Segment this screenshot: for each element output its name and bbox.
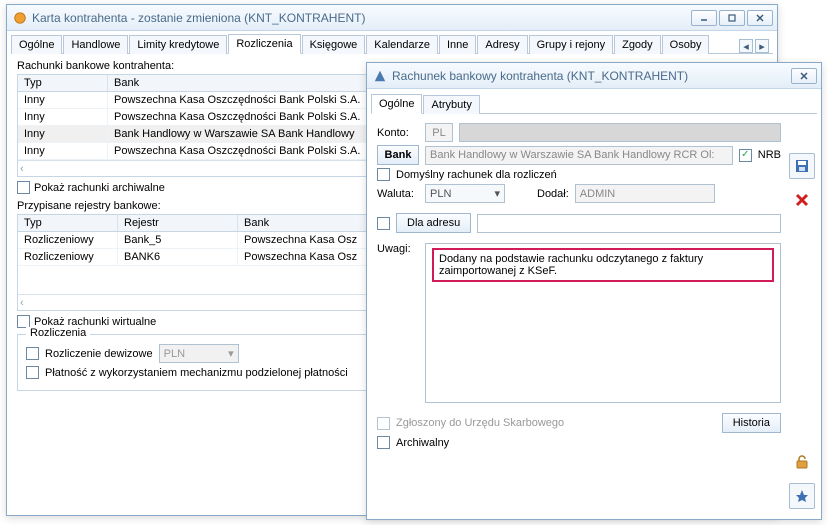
tab-ogolne-w2[interactable]: Ogólne (371, 94, 422, 114)
window-bank-account[interactable]: Rachunek bankowy kontrahenta (KNT_KONTRA… (366, 62, 822, 520)
zgloszony-label: Zgłoszony do Urzędu Skarbowego (396, 417, 564, 429)
tab-handlowe[interactable]: Handlowe (63, 35, 128, 54)
tab-ogolne[interactable]: Ogólne (11, 35, 62, 54)
grid2-col-typ[interactable]: Typ (18, 215, 118, 231)
konto-prefix: PL (425, 123, 453, 142)
tabs-w2: Ogólne Atrybuty (371, 93, 817, 114)
dodal-label: Dodał: (537, 188, 569, 200)
chevron-down-icon: ▾ (494, 187, 500, 200)
delete-button[interactable] (789, 187, 815, 213)
tab-zgody[interactable]: Zgody (614, 35, 661, 54)
tab-limity[interactable]: Limity kredytowe (129, 35, 227, 54)
close-button[interactable] (791, 68, 817, 84)
right-toolbar-top (789, 153, 815, 213)
uwagi-highlight: Dodany na podstawie rachunku odczytanego… (432, 248, 774, 282)
tab-kalendarze[interactable]: Kalendarze (366, 35, 438, 54)
historia-button[interactable]: Historia (722, 413, 781, 433)
fx-currency-select[interactable]: PLN▾ (159, 344, 239, 363)
grid1-col-typ[interactable]: Typ (18, 75, 108, 91)
tab-inne[interactable]: Inne (439, 35, 476, 54)
nrb-checkbox[interactable] (739, 149, 752, 162)
uwagi-textarea[interactable]: Dodany na podstawie rachunku odczytanego… (425, 243, 781, 403)
konto-number-field[interactable] (459, 123, 781, 142)
chevron-down-icon: ▾ (228, 347, 234, 360)
split-payment-checkbox[interactable] (26, 366, 39, 379)
tab-osoby[interactable]: Osoby (662, 35, 710, 54)
split-payment-label: Płatność z wykorzystaniem mechanizmu pod… (45, 367, 348, 379)
default-account-label: Domyślny rachunek dla rozliczeń (396, 169, 557, 181)
bank-name-field: Bank Handlowy w Warszawie SA Bank Handlo… (425, 146, 733, 165)
grid2-col-rejestr[interactable]: Rejestr (118, 215, 238, 231)
dla-adresu-button[interactable]: Dla adresu (396, 213, 471, 233)
fx-checkbox[interactable] (26, 347, 39, 360)
save-button[interactable] (789, 153, 815, 179)
window-title-w1: Karta kontrahenta - zostanie zmieniona (… (32, 11, 691, 25)
fx-label: Rozliczenie dewizowe (45, 348, 153, 360)
waluta-label: Waluta: (377, 188, 419, 200)
app-icon (373, 69, 387, 83)
tab-rozliczenia[interactable]: Rozliczenia (228, 34, 300, 54)
tabs-w1: Ogólne Handlowe Limity kredytowe Rozlicz… (11, 33, 773, 54)
fieldset-legend: Rozliczenia (26, 327, 90, 339)
minimize-button[interactable] (691, 10, 717, 26)
pin-button[interactable] (789, 483, 815, 509)
right-toolbar-bottom (789, 449, 815, 509)
tab-atrybuty[interactable]: Atrybuty (423, 95, 479, 114)
tab-adresy[interactable]: Adresy (477, 35, 527, 54)
titlebar-w2[interactable]: Rachunek bankowy kontrahenta (KNT_KONTRA… (367, 63, 821, 89)
zgloszony-checkbox (377, 417, 390, 430)
bank-button[interactable]: Bank (377, 145, 419, 165)
dla-adresu-field[interactable] (477, 214, 781, 233)
titlebar-w1[interactable]: Karta kontrahenta - zostanie zmieniona (… (7, 5, 777, 31)
nrb-label: NRB (758, 149, 781, 161)
dla-adresu-checkbox[interactable] (377, 217, 390, 230)
uwagi-text: Dodany na podstawie rachunku odczytanego… (439, 253, 703, 277)
default-account-checkbox[interactable] (377, 168, 390, 181)
archiwalny-label: Archiwalny (396, 437, 449, 449)
checkbox-icon (17, 181, 30, 194)
maximize-button[interactable] (719, 10, 745, 26)
tab-grupy[interactable]: Grupy i rejony (529, 35, 613, 54)
close-button[interactable] (747, 10, 773, 26)
tabnav-prev[interactable]: ◂ (739, 39, 753, 53)
archiwalny-checkbox[interactable] (377, 436, 390, 449)
app-icon (13, 11, 27, 25)
window-title-w2: Rachunek bankowy kontrahenta (KNT_KONTRA… (392, 69, 791, 83)
tabnav-next[interactable]: ▸ (755, 39, 769, 53)
tab-ksiegowe[interactable]: Księgowe (302, 35, 366, 54)
uwagi-label: Uwagi: (377, 243, 419, 255)
waluta-select[interactable]: PLN▾ (425, 184, 505, 203)
konto-label: Konto: (377, 127, 419, 139)
dodal-value: ADMIN (575, 184, 715, 203)
lock-icon[interactable] (789, 449, 815, 475)
